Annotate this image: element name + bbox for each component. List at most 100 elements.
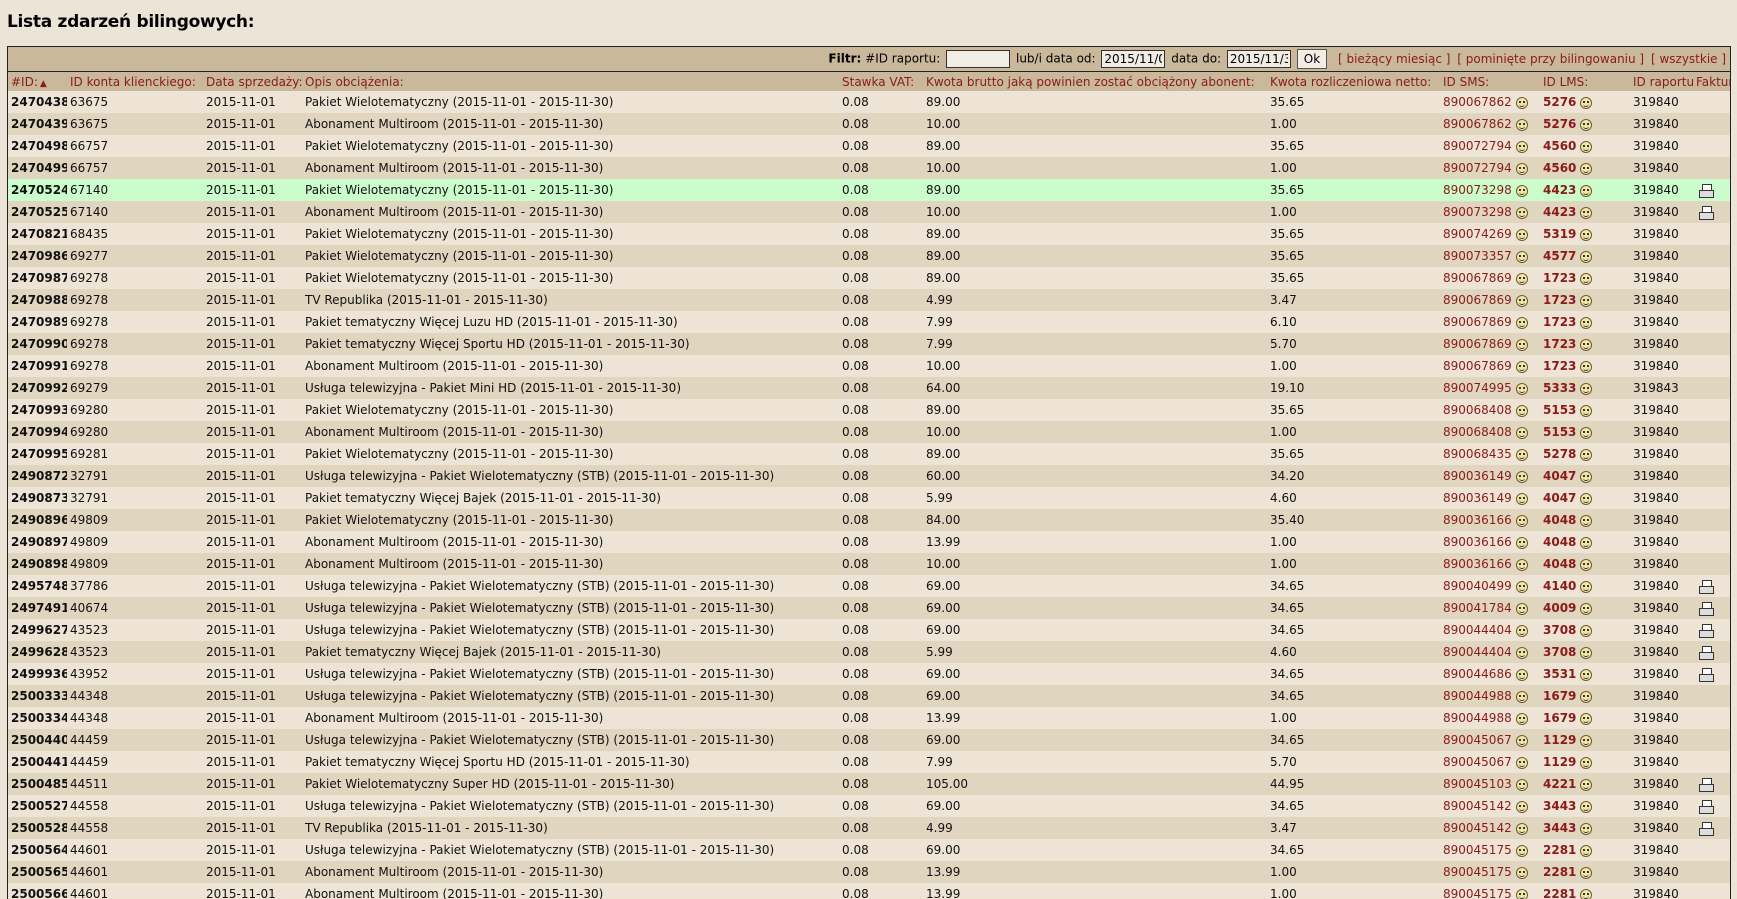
customer-info-icon[interactable] xyxy=(1580,801,1592,813)
customer-info-icon[interactable] xyxy=(1516,427,1528,439)
lms-id-link[interactable]: 4221 xyxy=(1543,777,1576,791)
customer-info-icon[interactable] xyxy=(1580,427,1592,439)
sms-id-link[interactable]: 890045142 xyxy=(1443,799,1512,813)
sms-id-link[interactable]: 890044404 xyxy=(1443,623,1512,637)
sms-id-link[interactable]: 890044988 xyxy=(1443,711,1512,725)
report-id-input[interactable] xyxy=(946,50,1010,68)
customer-info-icon[interactable] xyxy=(1516,691,1528,703)
lms-id-link[interactable]: 4560 xyxy=(1543,139,1576,153)
sms-id-link[interactable]: 890074269 xyxy=(1443,227,1512,241)
lms-id-link[interactable]: 1723 xyxy=(1543,337,1576,351)
customer-info-icon[interactable] xyxy=(1580,339,1592,351)
customer-info-icon[interactable] xyxy=(1516,603,1528,615)
customer-info-icon[interactable] xyxy=(1516,273,1528,285)
lms-id-link[interactable]: 3443 xyxy=(1543,799,1576,813)
col-header-report[interactable]: ID raportu: xyxy=(1630,72,1693,92)
customer-info-icon[interactable] xyxy=(1516,163,1528,175)
customer-info-icon[interactable] xyxy=(1516,779,1528,791)
lms-id-link[interactable]: 1723 xyxy=(1543,315,1576,329)
customer-info-icon[interactable] xyxy=(1516,625,1528,637)
sms-id-link[interactable]: 890067869 xyxy=(1443,293,1512,307)
lms-id-link[interactable]: 4047 xyxy=(1543,491,1576,505)
sms-id-link[interactable]: 890044686 xyxy=(1443,667,1512,681)
customer-info-icon[interactable] xyxy=(1580,317,1592,329)
sms-id-link[interactable]: 890067869 xyxy=(1443,271,1512,285)
customer-info-icon[interactable] xyxy=(1580,647,1592,659)
printer-icon[interactable] xyxy=(1699,800,1714,813)
printer-icon[interactable] xyxy=(1699,580,1714,593)
customer-info-icon[interactable] xyxy=(1580,603,1592,615)
customer-info-icon[interactable] xyxy=(1580,493,1592,505)
sms-id-link[interactable]: 890045142 xyxy=(1443,821,1512,835)
lms-id-link[interactable]: 5276 xyxy=(1543,117,1576,131)
customer-info-icon[interactable] xyxy=(1580,537,1592,549)
customer-info-icon[interactable] xyxy=(1580,185,1592,197)
ok-button[interactable]: Ok xyxy=(1297,49,1327,69)
customer-info-icon[interactable] xyxy=(1516,823,1528,835)
lms-id-link[interactable]: 1723 xyxy=(1543,271,1576,285)
lms-id-link[interactable]: 3443 xyxy=(1543,821,1576,835)
lms-id-link[interactable]: 5333 xyxy=(1543,381,1576,395)
customer-info-icon[interactable] xyxy=(1516,361,1528,373)
col-header-gross[interactable]: Kwota brutto jaką powinien zostać obciąż… xyxy=(923,72,1267,92)
printer-icon[interactable] xyxy=(1699,668,1714,681)
sms-id-link[interactable]: 890044988 xyxy=(1443,689,1512,703)
sms-id-link[interactable]: 890036166 xyxy=(1443,557,1512,571)
customer-info-icon[interactable] xyxy=(1580,229,1592,241)
customer-info-icon[interactable] xyxy=(1516,97,1528,109)
sms-id-link[interactable]: 890068408 xyxy=(1443,425,1512,439)
lms-id-link[interactable]: 4560 xyxy=(1543,161,1576,175)
sms-id-link[interactable]: 890068408 xyxy=(1443,403,1512,417)
lms-id-link[interactable]: 4047 xyxy=(1543,469,1576,483)
customer-info-icon[interactable] xyxy=(1580,757,1592,769)
customer-info-icon[interactable] xyxy=(1516,339,1528,351)
customer-info-icon[interactable] xyxy=(1516,405,1528,417)
col-header-vat[interactable]: Stawka VAT: xyxy=(839,72,923,92)
customer-info-icon[interactable] xyxy=(1516,207,1528,219)
sms-id-link[interactable]: 890036166 xyxy=(1443,535,1512,549)
customer-info-icon[interactable] xyxy=(1580,449,1592,461)
lms-id-link[interactable]: 5278 xyxy=(1543,447,1576,461)
customer-info-icon[interactable] xyxy=(1516,757,1528,769)
sms-id-link[interactable]: 890036166 xyxy=(1443,513,1512,527)
sms-id-link[interactable]: 890041784 xyxy=(1443,601,1512,615)
col-header-date[interactable]: Data sprzedaży: xyxy=(203,72,302,92)
customer-info-icon[interactable] xyxy=(1516,295,1528,307)
customer-info-icon[interactable] xyxy=(1516,493,1528,505)
customer-info-icon[interactable] xyxy=(1516,669,1528,681)
lms-id-link[interactable]: 4140 xyxy=(1543,579,1576,593)
customer-info-icon[interactable] xyxy=(1580,273,1592,285)
sms-id-link[interactable]: 890045067 xyxy=(1443,733,1512,747)
printer-icon[interactable] xyxy=(1699,646,1714,659)
customer-info-icon[interactable] xyxy=(1580,119,1592,131)
filter-link-current-month[interactable]: [ bieżący miesiąc ] xyxy=(1338,52,1450,66)
customer-info-icon[interactable] xyxy=(1580,471,1592,483)
customer-info-icon[interactable] xyxy=(1580,735,1592,747)
sms-id-link[interactable]: 890067869 xyxy=(1443,315,1512,329)
customer-info-icon[interactable] xyxy=(1580,515,1592,527)
sms-id-link[interactable]: 890073298 xyxy=(1443,183,1512,197)
customer-info-icon[interactable] xyxy=(1516,251,1528,263)
lms-id-link[interactable]: 2281 xyxy=(1543,865,1576,879)
customer-info-icon[interactable] xyxy=(1516,449,1528,461)
sms-id-link[interactable]: 890045067 xyxy=(1443,755,1512,769)
lms-id-link[interactable]: 3708 xyxy=(1543,623,1576,637)
customer-info-icon[interactable] xyxy=(1580,163,1592,175)
printer-icon[interactable] xyxy=(1699,624,1714,637)
sms-id-link[interactable]: 890067869 xyxy=(1443,359,1512,373)
lms-id-link[interactable]: 4423 xyxy=(1543,205,1576,219)
lms-id-link[interactable]: 5319 xyxy=(1543,227,1576,241)
lms-id-link[interactable]: 1723 xyxy=(1543,359,1576,373)
lms-id-link[interactable]: 4423 xyxy=(1543,183,1576,197)
customer-info-icon[interactable] xyxy=(1516,713,1528,725)
lms-id-link[interactable]: 4048 xyxy=(1543,535,1576,549)
customer-info-icon[interactable] xyxy=(1580,713,1592,725)
customer-info-icon[interactable] xyxy=(1516,383,1528,395)
customer-info-icon[interactable] xyxy=(1516,647,1528,659)
lms-id-link[interactable]: 1679 xyxy=(1543,711,1576,725)
sms-id-link[interactable]: 890044404 xyxy=(1443,645,1512,659)
col-header-net[interactable]: Kwota rozliczeniowa netto: xyxy=(1267,72,1440,92)
customer-info-icon[interactable] xyxy=(1580,207,1592,219)
lms-id-link[interactable]: 5153 xyxy=(1543,425,1576,439)
customer-info-icon[interactable] xyxy=(1516,141,1528,153)
